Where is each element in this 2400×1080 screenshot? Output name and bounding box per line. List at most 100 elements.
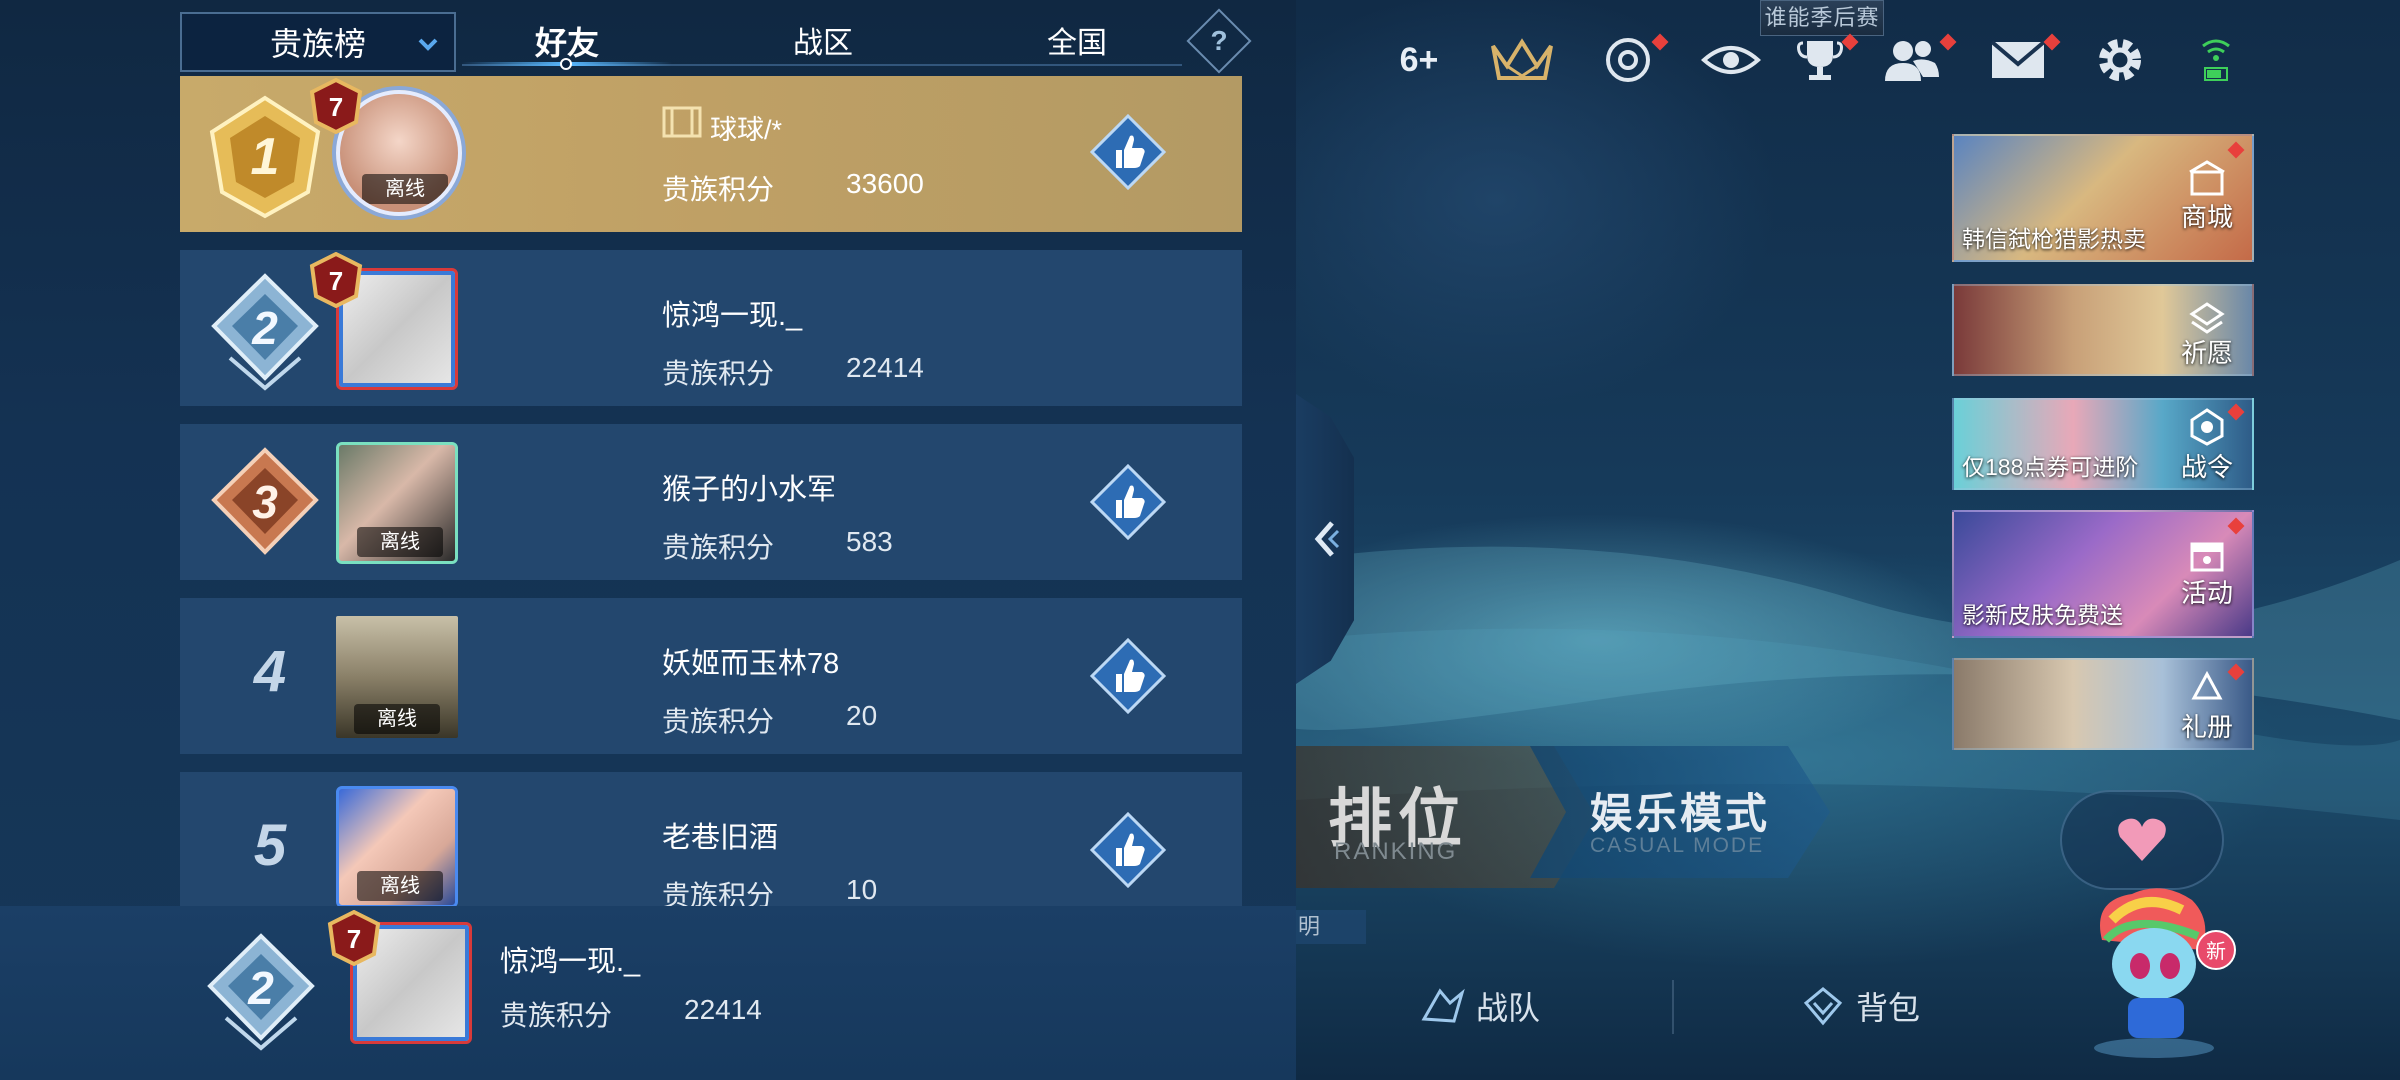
rank-3-medal-icon: 3 <box>211 447 319 555</box>
tab-national[interactable]: 全国 <box>1010 18 1144 68</box>
avatar[interactable]: 离线 <box>336 442 458 564</box>
offline-badge: 离线 <box>357 527 443 557</box>
promo-card-pass[interactable]: 战令 仅188点券可进阶 <box>1952 398 2254 490</box>
rank-number: 1 <box>251 128 280 186</box>
promo-tag: 商城 <box>2180 202 2233 232</box>
leaderboard-row[interactable]: 1 离线 7 球球/* 贵族积分 33600 <box>180 76 1242 232</box>
casual-title: 娱乐模式 <box>1590 790 1771 837</box>
score-label: 贵族积分 <box>500 1000 613 1031</box>
category-dropdown[interactable]: 贵族榜 <box>180 12 456 72</box>
crown-icon[interactable] <box>1484 30 1560 90</box>
plus-count[interactable]: 6+ <box>1384 30 1454 90</box>
target-icon[interactable] <box>1598 30 1669 90</box>
clipped-label[interactable]: 明 <box>1296 910 1366 944</box>
leaderboard-row[interactable]: 5 离线 老巷旧酒 贵族积分 10 <box>180 772 1242 906</box>
leaderboard-row[interactable]: 4 离线 妖姬而玉林78 贵族积分 20 <box>180 598 1242 754</box>
player-name: 惊鸿一现._ <box>500 946 641 978</box>
rank-number: 5 <box>253 813 287 878</box>
promo-card-album[interactable]: 礼册 <box>1952 658 2254 750</box>
heart-bubble[interactable] <box>2060 790 2224 890</box>
rank-number: 2 <box>251 302 278 354</box>
promo-card-event[interactable]: 活动 影新皮肤免费送 <box>1952 510 2254 638</box>
offline-badge: 离线 <box>357 871 443 901</box>
level-badge-icon: 7 <box>309 252 363 308</box>
like-button[interactable] <box>1090 812 1166 888</box>
mail-icon[interactable] <box>1986 30 2061 90</box>
heart-icon <box>2118 818 2166 861</box>
score-label: 贵族积分 <box>662 706 775 737</box>
player-name: 妖姬而玉林78 <box>662 648 840 680</box>
new-badge: 新 <box>2196 930 2236 970</box>
rank-number: 2 <box>247 962 274 1014</box>
notification-dot <box>2227 663 2245 681</box>
score-value: 10 <box>846 874 878 905</box>
score-label: 贵族积分 <box>662 880 775 906</box>
active-tab-dot <box>560 58 572 70</box>
promo-caption: 仅188点券可进阶 <box>1962 454 2139 480</box>
chevron-left-icon <box>1314 521 1340 557</box>
noble-icon <box>662 106 702 138</box>
event-icon <box>2190 542 2224 572</box>
score-value: 22414 <box>684 994 762 1025</box>
score-value: 22414 <box>846 352 924 383</box>
level-badge-icon: 7 <box>327 910 381 966</box>
friends-icon[interactable] <box>1880 30 1957 90</box>
promo-tag: 活动 <box>2180 578 2233 608</box>
player-name: 惊鸿一现._ <box>662 300 803 332</box>
promo-card-wish[interactable]: 祈愿 <box>1952 284 2254 376</box>
team-icon <box>1421 988 1465 1023</box>
like-button[interactable] <box>1090 114 1166 190</box>
shop-icon <box>2189 160 2225 196</box>
avatar[interactable]: 离线 <box>336 616 458 738</box>
trophy-icon[interactable] <box>1790 30 1859 90</box>
nav-divider <box>1672 980 1674 1034</box>
rank-2-medal-icon: 2 <box>207 933 315 1051</box>
wifi-icon <box>2196 30 2236 90</box>
player-name: 球球/* <box>710 115 783 145</box>
score-label: 贵族积分 <box>662 532 775 563</box>
help-icon: ? <box>1210 25 1228 56</box>
album-icon <box>2191 670 2223 700</box>
score-label: 贵族积分 <box>662 358 775 389</box>
player-name: 老巷旧酒 <box>662 822 779 854</box>
pass-icon <box>2190 408 2224 446</box>
my-rank-row[interactable]: 2 7 惊鸿一现._ 贵族积分 22414 <box>0 906 1296 1080</box>
player-name: 猴子的小水军 <box>662 474 837 506</box>
promo-caption: 韩信弑枪猎影热卖 <box>1962 226 2146 252</box>
promo-tag: 战令 <box>2180 452 2233 482</box>
tab-region[interactable]: 战区 <box>756 18 890 68</box>
level-number: 7 <box>329 92 343 122</box>
offline-badge: 离线 <box>362 174 448 204</box>
level-badge-icon: 7 <box>309 78 363 134</box>
score-value: 583 <box>846 526 893 557</box>
mascot-pony[interactable] <box>2082 880 2222 1060</box>
notification-dot <box>2227 403 2245 421</box>
promo-caption: 影新皮肤免费送 <box>1962 602 2123 628</box>
like-button[interactable] <box>1090 464 1166 540</box>
eye-icon[interactable] <box>1698 30 1764 90</box>
rank-number: 4 <box>253 639 287 704</box>
casual-subtitle: CASUAL MODE <box>1590 834 1765 857</box>
leaderboard-row[interactable]: 2 7 惊鸿一现._ 贵族积分 22414 <box>180 250 1242 406</box>
avatar[interactable]: 离线 <box>336 786 458 906</box>
team-label: 战队 <box>1476 990 1541 1026</box>
rank-number: 3 <box>252 476 278 528</box>
category-label: 贵族榜 <box>269 26 366 62</box>
team-button[interactable]: 战队 <box>1420 978 1540 1034</box>
bag-icon <box>1803 987 1843 1026</box>
promo-tag: 礼册 <box>2180 712 2233 742</box>
notification-dot <box>2227 517 2245 535</box>
chevron-down-icon <box>418 38 438 51</box>
bag-label: 背包 <box>1856 990 1921 1026</box>
like-button[interactable] <box>1090 638 1166 714</box>
score-value: 20 <box>846 700 878 731</box>
promo-card-shop[interactable]: 商城 韩信弑枪猎影热卖 <box>1952 134 2254 262</box>
score-label: 贵族积分 <box>662 174 775 205</box>
leaderboard-row[interactable]: 3 离线 猴子的小水军 贵族积分 583 <box>180 424 1242 580</box>
notification-dot <box>2227 141 2245 159</box>
promo-tag: 祈愿 <box>2180 338 2233 368</box>
score-value: 33600 <box>846 168 924 199</box>
gear-icon[interactable] <box>2090 30 2150 90</box>
bag-button[interactable]: 背包 <box>1800 978 1920 1034</box>
level-number: 7 <box>347 924 361 954</box>
